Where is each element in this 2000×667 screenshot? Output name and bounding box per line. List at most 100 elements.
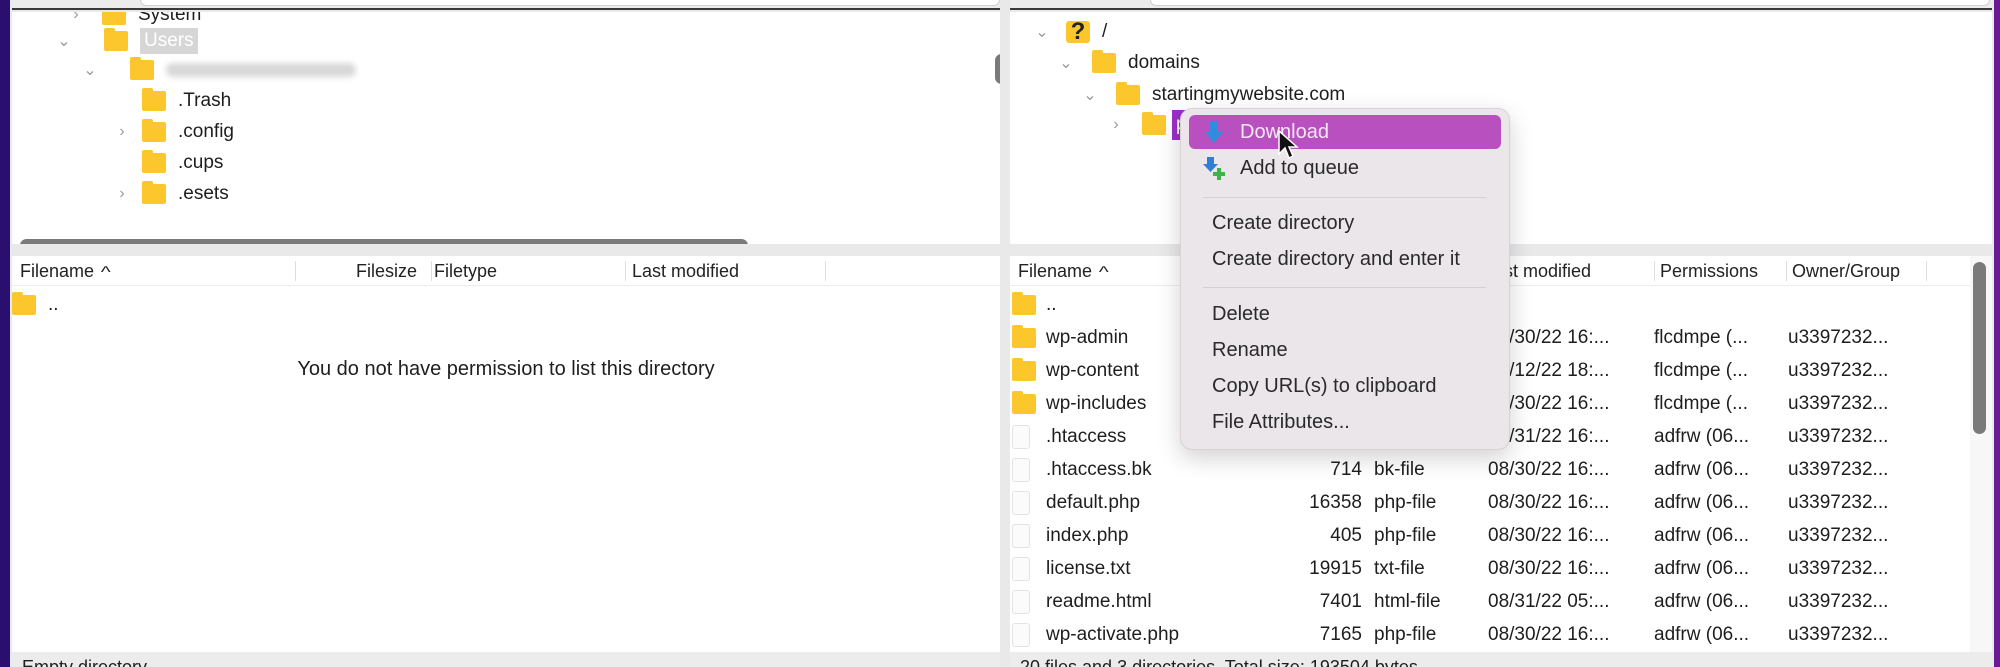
column-filesize[interactable]: Filesize [356, 256, 417, 286]
menu-item-add-to-queue[interactable]: Add to queue [1189, 151, 1501, 185]
file-icon [1012, 458, 1030, 482]
download-icon [1205, 121, 1223, 143]
chevron-down-icon[interactable]: ⌄ [1080, 85, 1100, 105]
menu-item-file-attributes[interactable]: File Attributes... [1189, 405, 1501, 439]
local-file-list: Filename ^ Filesize Filetype Last modifie… [12, 256, 1000, 652]
file-type: html-file [1374, 591, 1441, 612]
file-permissions: flcdmpe (... [1654, 360, 1748, 381]
local-tree-horizontal-scrollbar[interactable] [20, 239, 748, 244]
chevron-down-icon[interactable]: ⌄ [80, 60, 100, 80]
folder-icon [102, 12, 126, 25]
folder-icon [1012, 358, 1036, 381]
menu-separator [1203, 197, 1486, 198]
folder-icon [1092, 50, 1116, 73]
folder-icon [1012, 325, 1036, 348]
tree-item-cups[interactable]: .cups [142, 148, 223, 178]
file-row[interactable]: .. [12, 288, 1000, 321]
column-separator [1654, 261, 1655, 281]
local-path-input[interactable] [140, 0, 1000, 6]
column-last-modified[interactable]: Last modified [632, 256, 739, 286]
local-tree-vertical-scrollbar[interactable] [995, 54, 1000, 84]
tree-item-startingmywebsite[interactable]: ⌄ startingmywebsite.com [1080, 80, 1345, 110]
folder-icon [142, 88, 166, 111]
file-owner: u3397232... [1788, 525, 1889, 546]
chevron-right-icon[interactable]: › [1106, 115, 1126, 135]
tree-item-users[interactable]: ⌄ Users [57, 26, 198, 56]
chevron-down-icon[interactable]: ⌄ [54, 31, 74, 51]
file-owner: u3397232... [1788, 360, 1889, 381]
file-row[interactable]: license.txt 19915 txt-file 08/30/22 16:... a… [1010, 552, 1970, 585]
remote-path-input[interactable] [1150, 0, 1990, 6]
tree-item-label: .esets [178, 183, 229, 204]
remote-list-vertical-scrollbar[interactable] [1973, 262, 1986, 434]
file-type: php-file [1374, 492, 1437, 513]
permission-message: You do not have permission to list this … [297, 358, 715, 380]
add-to-queue-icon [1203, 157, 1225, 180]
tree-item-domains[interactable]: ⌄ domains [1056, 48, 1200, 78]
unknown-folder-icon: ? [1066, 20, 1090, 44]
file-modified: 08/31/22 16:... [1488, 426, 1610, 447]
folder-icon [1012, 391, 1036, 414]
file-modified: 09/12/22 18:... [1488, 360, 1610, 381]
chevron-right-icon[interactable]: › [66, 12, 86, 25]
desktop-edge-left [0, 0, 10, 667]
folder-icon [104, 28, 128, 51]
menu-item-create-directory-enter[interactable]: Create directory and enter it [1189, 242, 1501, 276]
tree-item-label: System [138, 12, 202, 25]
file-row[interactable]: wp-activate.php 7165 php-file 08/30/22 16:.… [1010, 618, 1970, 651]
tree-item-esets[interactable]: › .esets [116, 179, 229, 209]
menu-item-rename[interactable]: Rename [1189, 333, 1501, 367]
file-name: .htaccess [1046, 426, 1127, 447]
file-permissions: flcdmpe (... [1654, 327, 1748, 348]
column-owner-group[interactable]: Owner/Group [1792, 256, 1900, 286]
column-filetype[interactable]: Filetype [434, 256, 497, 286]
file-modified: 08/31/22 05:... [1488, 591, 1610, 612]
tree-item-label: Users [140, 28, 198, 54]
remote-status-bar: 20 files and 3 directories. Total size: … [1010, 652, 1992, 667]
chevron-down-icon[interactable]: ⌄ [1056, 53, 1076, 73]
column-filename[interactable]: Filename ^ [1018, 256, 1109, 286]
column-separator [1926, 261, 1927, 281]
file-owner: u3397232... [1788, 492, 1889, 513]
file-modified: 08/30/22 16:... [1488, 624, 1610, 645]
file-row[interactable]: readme.html 7401 html-file 08/31/22 05:... a… [1010, 585, 1970, 618]
file-owner: u3397232... [1788, 591, 1889, 612]
tree-item-user-home[interactable]: ⌄ [83, 55, 356, 85]
chevron-right-icon[interactable]: › [112, 122, 132, 142]
file-name: .. [48, 294, 59, 315]
tree-item-label: startingmywebsite.com [1152, 84, 1346, 105]
tree-item-public-html[interactable]: › p [1106, 110, 1191, 140]
chevron-right-icon[interactable]: › [112, 184, 132, 204]
menu-item-download[interactable]: Download [1189, 115, 1501, 149]
file-permissions: adfrw (06... [1654, 492, 1750, 513]
menu-separator [1203, 287, 1486, 288]
file-modified: 08/30/22 16:... [1488, 558, 1610, 579]
file-row[interactable]: index.php 405 php-file 08/30/22 16:... adfrw… [1010, 519, 1970, 552]
file-modified: 08/30/22 16:... [1488, 393, 1610, 414]
file-size: 405 [1330, 525, 1362, 546]
file-row[interactable]: .htaccess.bk 714 bk-file 08/30/22 16:... adf… [1010, 453, 1970, 486]
file-modified: 08/30/22 16:... [1488, 327, 1610, 348]
file-modified: 08/30/22 16:... [1488, 525, 1610, 546]
column-filename[interactable]: Filename ^ [20, 256, 111, 286]
tree-item-config[interactable]: › .config [116, 117, 234, 147]
menu-item-delete[interactable]: Delete [1189, 297, 1501, 331]
column-separator [625, 261, 626, 281]
desktop-edge-right [1994, 0, 2000, 667]
file-icon [1012, 425, 1030, 449]
column-separator [295, 261, 296, 281]
file-name: wp-activate.php [1046, 624, 1180, 645]
menu-item-create-directory[interactable]: Create directory [1189, 206, 1501, 240]
tree-item-trash[interactable]: .Trash [142, 86, 231, 116]
chevron-down-icon[interactable]: ⌄ [1032, 22, 1052, 42]
file-row[interactable]: default.php 16358 php-file 08/30/22 16:... a… [1010, 486, 1970, 519]
file-permissions: adfrw (06... [1654, 525, 1750, 546]
file-size: 714 [1330, 459, 1362, 480]
menu-item-copy-url[interactable]: Copy URL(s) to clipboard [1189, 369, 1501, 403]
file-permissions: flcdmpe (... [1654, 393, 1748, 414]
tree-item-label: / [1102, 21, 1108, 42]
file-modified: 08/30/22 16:... [1488, 492, 1610, 513]
tree-item-root[interactable]: ⌄ ? / [1032, 17, 1107, 47]
file-size: 7165 [1319, 624, 1362, 645]
column-permissions[interactable]: Permissions [1660, 256, 1758, 286]
